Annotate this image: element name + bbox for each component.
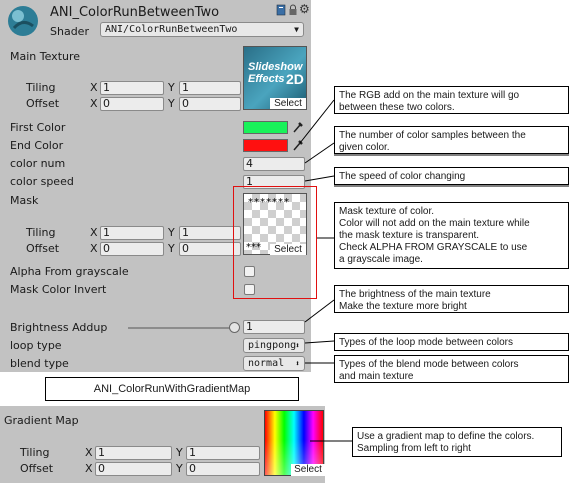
connector-color-speed [304, 175, 335, 182]
connector-loop-type [304, 340, 335, 344]
connector-lines [299, 99, 569, 442]
connector-brightness [304, 299, 335, 323]
connector-main-texture [299, 99, 335, 144]
connector-color-num [304, 142, 335, 164]
